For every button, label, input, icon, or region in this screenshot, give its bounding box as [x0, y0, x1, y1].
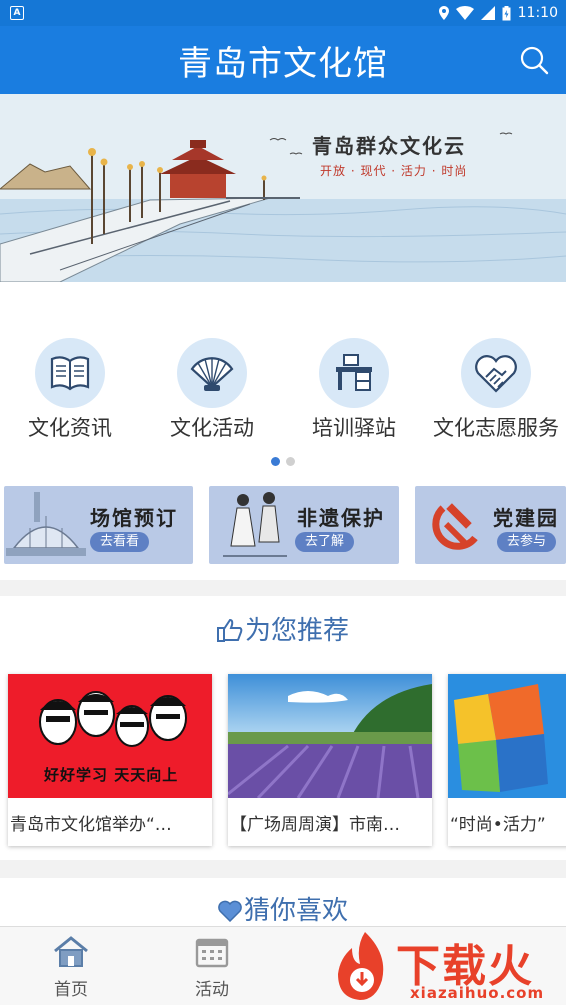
guess-title: 猜你喜欢	[243, 896, 348, 926]
banner-illustration	[0, 94, 566, 282]
desk-icon	[336, 354, 372, 391]
promo-party-building[interactable]: 党建园 去参与	[415, 486, 566, 564]
category-label: 培训驿站	[312, 416, 396, 440]
tab-label: 活动	[195, 980, 229, 1000]
hammer-sickle-icon	[432, 503, 478, 550]
dancers-icon	[223, 492, 287, 557]
book-icon	[50, 356, 90, 391]
banner[interactable]: 青岛群众文化云 开放 · 现代 · 活力 · 时尚	[0, 94, 566, 282]
search-icon[interactable]	[518, 44, 550, 76]
heart-icon	[218, 900, 242, 922]
promo-button[interactable]: 去参与	[497, 532, 557, 552]
category-item-activity[interactable]: 文化活动	[142, 338, 282, 442]
banner-title: 青岛群众文化云	[312, 134, 466, 158]
page-indicator	[271, 457, 295, 466]
banner-subtitle: 开放 · 现代 · 活力 · 时尚	[320, 164, 468, 178]
recommend-card[interactable]: 好好学习 天天向上 青岛市文化馆举办“…	[8, 674, 212, 846]
battery-icon	[502, 5, 511, 20]
fan-icon	[190, 357, 234, 391]
tab-activity[interactable]: 活动	[172, 935, 252, 1000]
promo-title: 场馆预订	[90, 506, 178, 530]
card-image-caption: 好好学习 天天向上	[44, 766, 179, 784]
promo-title: 党建园	[493, 506, 559, 530]
category-label: 文化资讯	[28, 416, 112, 440]
page-dot	[286, 457, 295, 466]
category-menu: 文化资讯 文化活动 培训驿站 文化志愿服务	[0, 338, 566, 440]
tab-label: 首页	[54, 980, 88, 1000]
thumbs-up-icon	[216, 618, 243, 642]
status-bar: A 11:10	[0, 0, 566, 26]
promo-heritage[interactable]: 非遗保护 去了解	[209, 486, 399, 564]
heart-handshake-icon	[475, 355, 517, 393]
recommend-header: 为您推荐	[0, 610, 566, 647]
recommend-card[interactable]: 【广场周周演】市南…	[228, 674, 432, 846]
signal-icon	[480, 6, 495, 20]
venue-building-icon	[6, 492, 86, 556]
card-title: 青岛市文化馆举办“…	[10, 815, 172, 835]
promo-button[interactable]: 去了解	[295, 532, 355, 552]
location-icon	[438, 6, 449, 20]
app-bar: 青岛市文化馆	[0, 26, 566, 94]
category-item-news[interactable]: 文化资讯	[0, 338, 140, 442]
promo-venue-booking[interactable]: 场馆预订 去看看	[4, 486, 193, 564]
notification-icon: A	[10, 6, 24, 20]
home-icon	[54, 936, 88, 967]
tab-home[interactable]: 首页	[31, 935, 111, 1000]
clock: 11:10	[517, 5, 558, 21]
watermark-flame-logo	[338, 932, 384, 1000]
card-image: 好好学习 天天向上	[8, 674, 212, 798]
page-dot-active	[271, 457, 280, 466]
promo-button[interactable]: 去看看	[90, 532, 150, 552]
watermark-domain: xiazaihuo.com	[410, 984, 545, 1002]
wifi-icon	[455, 6, 474, 20]
category-label: 文化志愿服务	[433, 416, 559, 440]
recommend-card[interactable]: “时尚•活力”	[448, 674, 566, 846]
watermark: 下载火 xiazaihuo.com	[330, 928, 566, 1004]
calendar-icon	[195, 938, 229, 968]
app-title: 青岛市文化馆	[178, 44, 388, 84]
card-title: 【广场周周演】市南…	[230, 815, 400, 835]
promo-title: 非遗保护	[297, 506, 385, 530]
category-label: 文化活动	[170, 416, 254, 440]
category-item-volunteer[interactable]: 文化志愿服务	[426, 338, 566, 442]
category-item-training[interactable]: 培训驿站	[284, 338, 424, 442]
card-image	[448, 674, 566, 798]
recommend-title: 为您推荐	[244, 616, 349, 646]
card-image	[228, 674, 432, 798]
guess-header: 猜你喜欢	[0, 890, 566, 927]
card-title: “时尚•活力”	[450, 815, 546, 835]
